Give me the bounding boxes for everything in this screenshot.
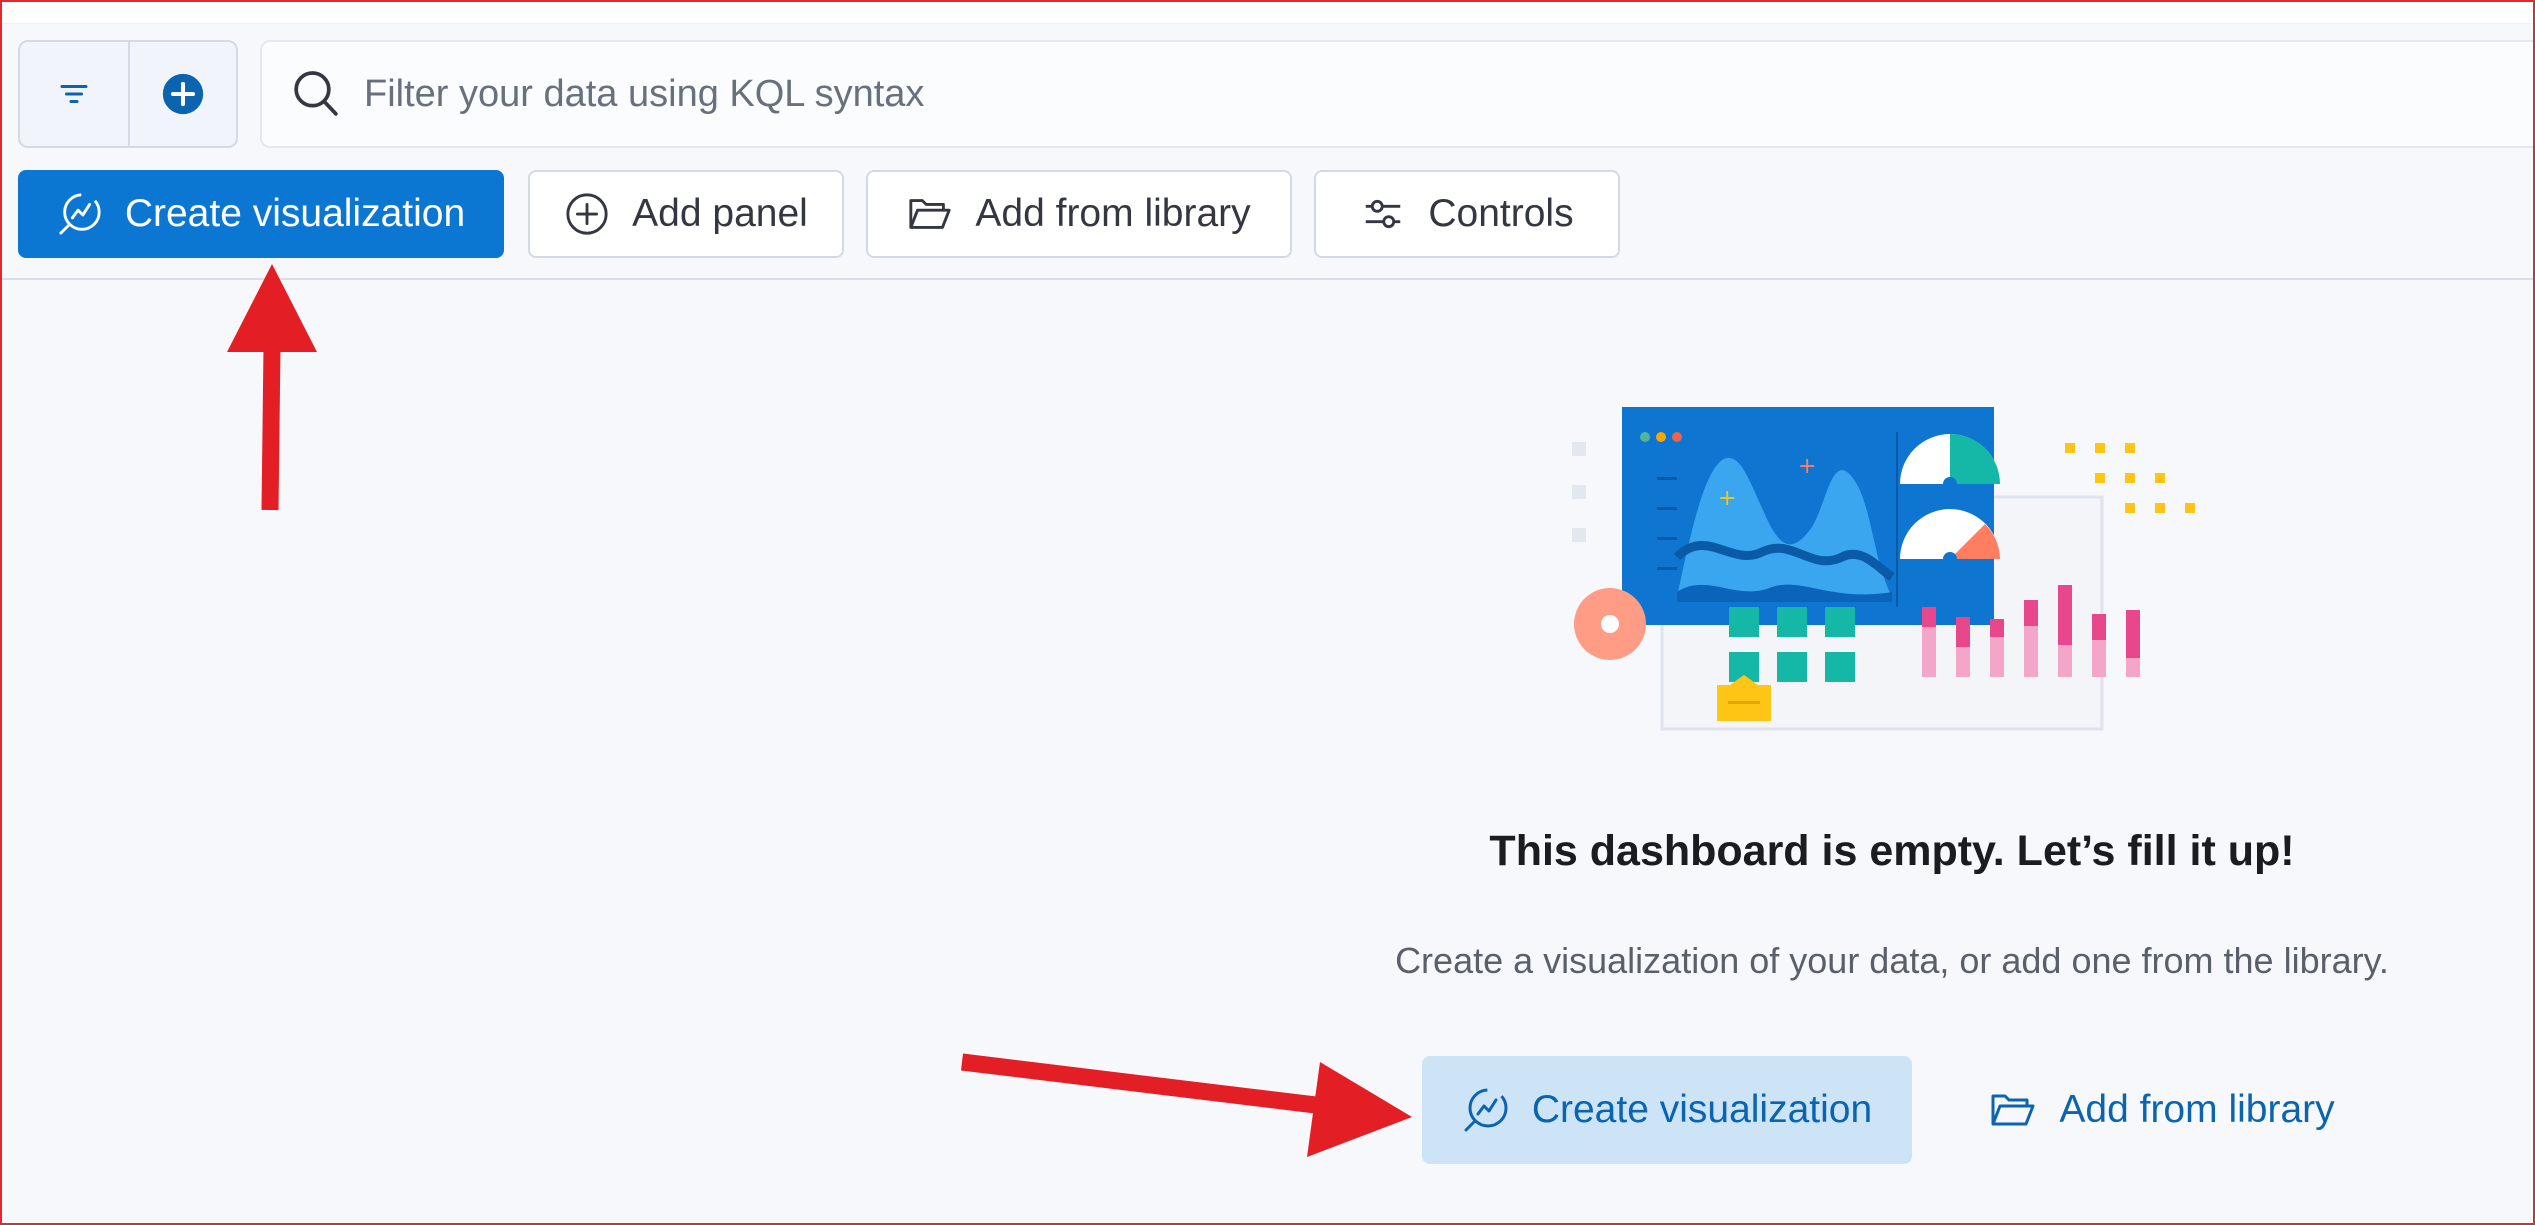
create-visualization-button[interactable]: Create visualization [18, 170, 504, 258]
create-visualization-label: Create visualization [124, 192, 466, 235]
empty-state-add-from-library-button[interactable]: Add from library [1952, 1056, 2372, 1164]
folder-open-icon [1991, 1094, 2035, 1126]
filter-lines-icon [60, 85, 88, 103]
controls-label: Controls [1428, 192, 1574, 235]
screenshot-frame: Create visualization Add panel Add from … [0, 0, 2535, 1225]
plus-in-circle-icon [566, 193, 608, 235]
top-strip [2, 2, 2533, 24]
visualize-app-icon [59, 193, 101, 235]
svg-text:+: + [1798, 454, 1816, 479]
magnifier-icon [294, 71, 338, 116]
empty-state-add-from-library-label: Add from library [2059, 1088, 2335, 1131]
add-from-library-button[interactable]: Add from library [866, 170, 1292, 258]
empty-dashboard-illustration: + + [1572, 407, 2195, 731]
empty-state-title: This dashboard is empty. Let’s fill it u… [1489, 827, 2295, 875]
empty-state-create-visualization-button[interactable]: Create visualization [1422, 1056, 1912, 1164]
annotation-arrow-right [960, 1053, 1412, 1157]
add-from-library-label: Add from library [975, 192, 1251, 235]
filter-menu-button[interactable] [20, 42, 128, 146]
folder-open-icon [909, 199, 951, 229]
kql-search-input[interactable] [364, 72, 2164, 116]
empty-state-create-visualization-label: Create visualization [1531, 1088, 1873, 1131]
svg-text:+: + [1718, 486, 1736, 511]
add-panel-button[interactable]: Add panel [528, 170, 844, 258]
toolbar-divider [2, 278, 2533, 280]
annotation-arrow-up [227, 264, 317, 511]
query-bar-buttons [18, 40, 238, 148]
visualize-app-icon [1464, 1088, 1508, 1132]
search-box[interactable] [260, 40, 2533, 148]
plus-circle-icon [162, 73, 204, 115]
add-filter-button[interactable] [128, 42, 236, 146]
empty-state-description: Create a visualization of your data, or … [1395, 940, 2389, 981]
controls-button[interactable]: Controls [1314, 170, 1620, 258]
add-panel-label: Add panel [632, 192, 808, 235]
sliders-icon [1366, 199, 1401, 229]
